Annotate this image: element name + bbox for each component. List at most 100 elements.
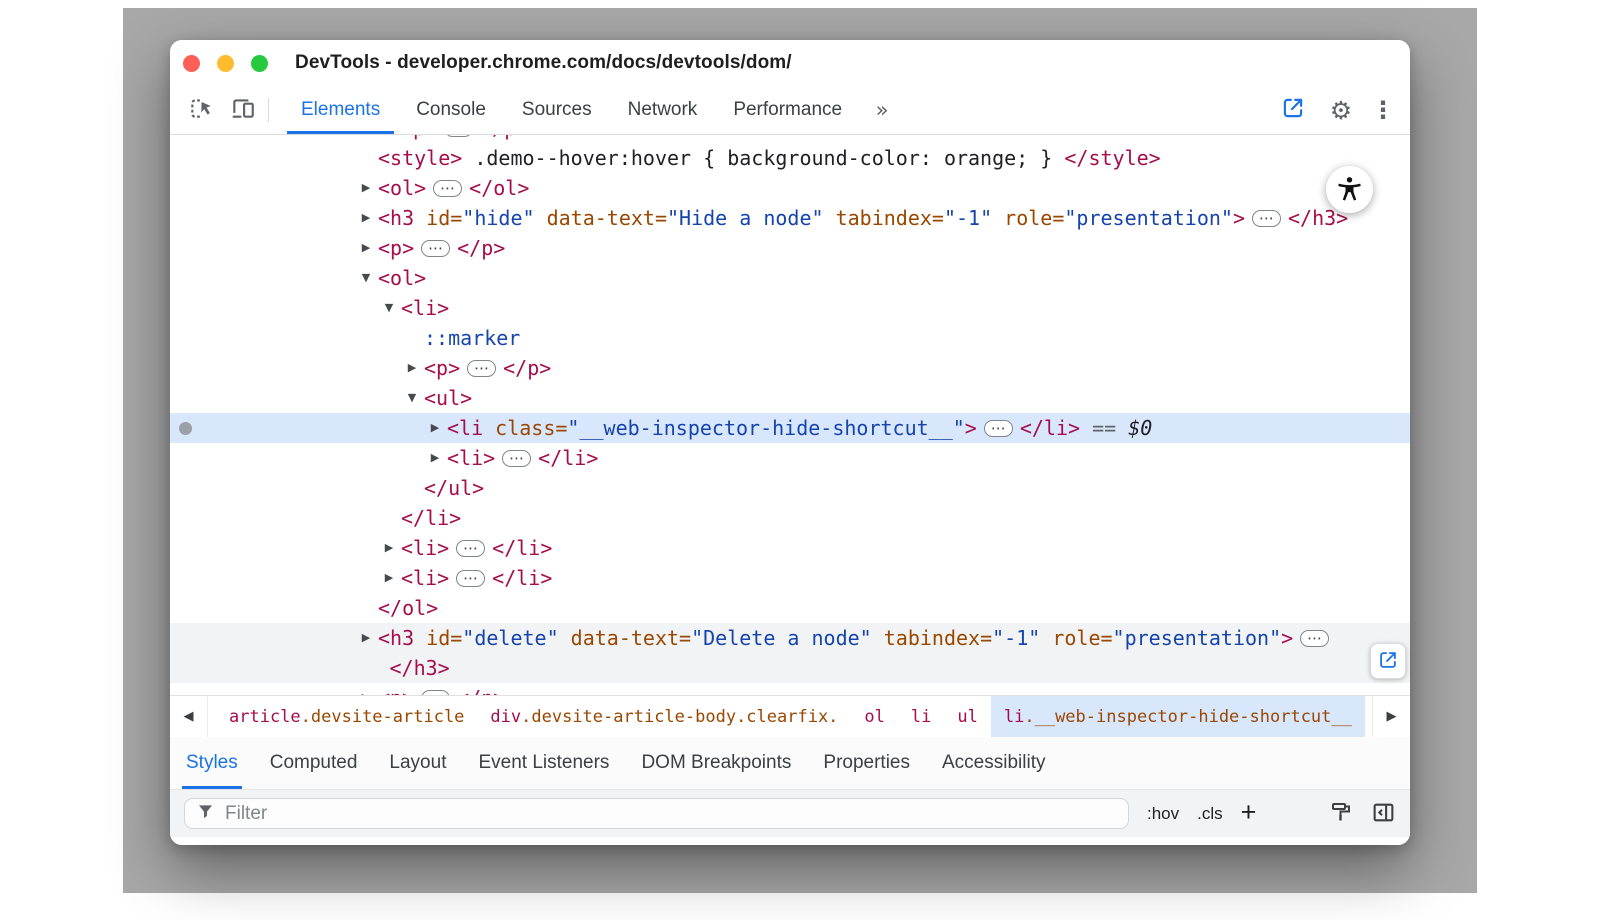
zoom-window-button[interactable] [251,55,268,72]
more-panels-button[interactable]: » [864,86,900,134]
inline-expand-button[interactable]: ⋯ [1252,210,1281,227]
breadcrumb-item[interactable]: article.devsite-article [216,696,477,737]
dom-tree-row[interactable]: ▶<p>⋯</p> [170,135,1410,143]
code-token-tag: </p> [480,135,528,140]
expand-arrow-icon[interactable]: ▶ [381,533,397,563]
expand-arrow-icon[interactable]: ▶ [358,173,374,203]
inline-expand-button[interactable]: ⋯ [467,360,496,377]
code-token-tag: <ul> [424,386,472,410]
breadcrumb-item[interactable]: ol [851,696,897,737]
dom-tree-row[interactable]: ▶<li>⋯</li> [170,443,1410,473]
device-toolbar-button[interactable] [222,86,264,134]
dom-tree-row[interactable]: ▶<ol>⋯</ol> [170,173,1410,203]
dom-tree-row[interactable]: <style> .demo--hover:hover { background-… [170,143,1410,173]
toggle-computed-sidebar-button[interactable] [1371,800,1396,828]
expand-arrow-icon[interactable]: ▶ [427,443,443,473]
element-classes-button[interactable]: .cls [1197,804,1223,824]
settings-button[interactable]: ⚙ [1320,96,1362,125]
collapse-arrow-icon[interactable]: ▼ [358,263,374,293]
inline-expand-button[interactable]: ⋯ [1300,630,1329,647]
code-token-tag: <li [447,416,483,440]
inline-expand-button[interactable]: ⋯ [444,135,473,137]
sidebar-tab-layout[interactable]: Layout [373,737,462,789]
dom-tree-row[interactable]: </li> [170,503,1410,533]
inline-expand-button[interactable]: ⋯ [456,570,485,587]
sidebar-tab-accessibility[interactable]: Accessibility [926,737,1061,789]
accessibility-overlay-button[interactable] [1326,166,1373,213]
inline-expand-button[interactable]: ⋯ [456,540,485,557]
code-token-tag: </style> [1064,146,1160,170]
tab-console[interactable]: Console [398,86,504,134]
device-toolbar-icon [230,95,256,125]
devtools-toolbar: ElementsConsoleSourcesNetworkPerformance… [170,86,1410,135]
chevron-right-icon: ▶ [1387,709,1397,724]
dom-tree-row[interactable]: ▼<li> [170,293,1410,323]
expand-arrow-icon[interactable]: ▶ [358,683,374,695]
screencast-toggle-button[interactable] [1272,95,1314,125]
dom-tree-row[interactable]: </ul> [170,473,1410,503]
minimize-window-button[interactable] [217,55,234,72]
crumb-tag-name: ul [957,707,977,727]
close-window-button[interactable] [183,55,200,72]
inline-expand-button[interactable]: ⋯ [433,180,462,197]
sidebar-tab-styles[interactable]: Styles [170,737,254,789]
inline-expand-button[interactable]: ⋯ [502,450,531,467]
expand-arrow-icon[interactable]: ▶ [358,233,374,263]
collapse-arrow-icon[interactable]: ▼ [381,293,397,323]
tab-performance[interactable]: Performance [715,86,860,134]
expand-arrow-icon[interactable]: ▶ [358,203,374,233]
blue-arrow-square-icon [1280,95,1306,125]
expand-arrow-icon[interactable]: ▶ [381,563,397,593]
expand-arrow-icon[interactable]: ▶ [381,135,397,143]
inspect-element-button[interactable] [180,86,222,134]
code-token-tag: <p> [424,356,460,380]
dom-tree-row[interactable]: ▶<li class="__web-inspector-hide-shortcu… [170,413,1410,443]
tab-sources[interactable]: Sources [504,86,610,134]
breadcrumb: article.devsite-articlediv.devsite-artic… [208,696,1365,737]
code-token-val: "Hide a node" [667,206,824,230]
dom-tree-row[interactable]: </ol> [170,593,1410,623]
expand-arrow-icon[interactable]: ▶ [427,413,443,443]
dom-tree-row[interactable]: ▶<p>⋯</p> [170,353,1410,383]
dom-tree-row[interactable]: ▶<h3 id="delete" data-text="Delete a nod… [170,623,1410,653]
expand-arrow-icon[interactable]: ▶ [404,353,420,383]
dom-tree-row[interactable]: ▼<ul> [170,383,1410,413]
dom-tree-row[interactable]: ::marker [170,323,1410,353]
new-style-rule-button[interactable]: + [1241,799,1257,826]
code-token-tag: </ol> [469,176,529,200]
code-token-tag: <li> [447,446,495,470]
dom-tree-row[interactable]: ▶<li>⋯</li> [170,533,1410,563]
tab-elements[interactable]: Elements [283,86,398,134]
dom-tree-row[interactable]: ▶<h3 id="hide" data-text="Hide a node" t… [170,203,1410,233]
breadcrumb-item[interactable]: li.__web-inspector-hide-shortcut__ [991,696,1365,737]
collapse-arrow-icon[interactable]: ▼ [404,383,420,413]
breadcrumb-item[interactable]: div.devsite-article-body.clearfix. [477,696,851,737]
dom-tree-row[interactable]: </h3> [170,653,1410,683]
scroll-into-view-button[interactable] [1370,643,1406,679]
sidebar-tab-event-listeners[interactable]: Event Listeners [462,737,625,789]
code-token-plain: .demo--hover:hover { background-color: o… [462,146,1064,170]
inline-expand-button[interactable]: ⋯ [984,420,1013,437]
code-token-attr: class= [483,416,567,440]
breadcrumb-scroll-right-button[interactable]: ▶ [1372,696,1410,737]
sidebar-tab-computed[interactable]: Computed [254,737,374,789]
inline-expand-button[interactable]: ⋯ [421,690,450,695]
dom-tree-row[interactable]: ▶<p>⋯</p> [170,233,1410,263]
dom-tree-row[interactable]: ▼<ol> [170,263,1410,293]
style-filter-field[interactable] [184,798,1129,829]
toggle-element-state-button[interactable]: :hov [1147,804,1179,824]
style-filter-input[interactable] [225,803,1118,825]
breadcrumb-item[interactable]: ul [944,696,990,737]
inline-expand-button[interactable]: ⋯ [421,240,450,257]
rendering-emulations-button[interactable] [1329,800,1353,827]
more-options-button[interactable]: ⋮ [1368,96,1398,124]
expand-arrow-icon[interactable]: ▶ [358,623,374,653]
dom-tree-row[interactable]: ▶<li>⋯</li> [170,563,1410,593]
tab-network[interactable]: Network [610,86,716,134]
sidebar-tab-properties[interactable]: Properties [807,737,926,789]
breadcrumb-scroll-left-button[interactable]: ◀ [170,696,208,737]
dom-tree-row[interactable]: ▶<p>⋯</p> [170,683,1410,695]
sidebar-tab-dom-breakpoints[interactable]: DOM Breakpoints [625,737,807,789]
code-token-val: "delete" [462,626,558,650]
breadcrumb-item[interactable]: li [898,696,944,737]
